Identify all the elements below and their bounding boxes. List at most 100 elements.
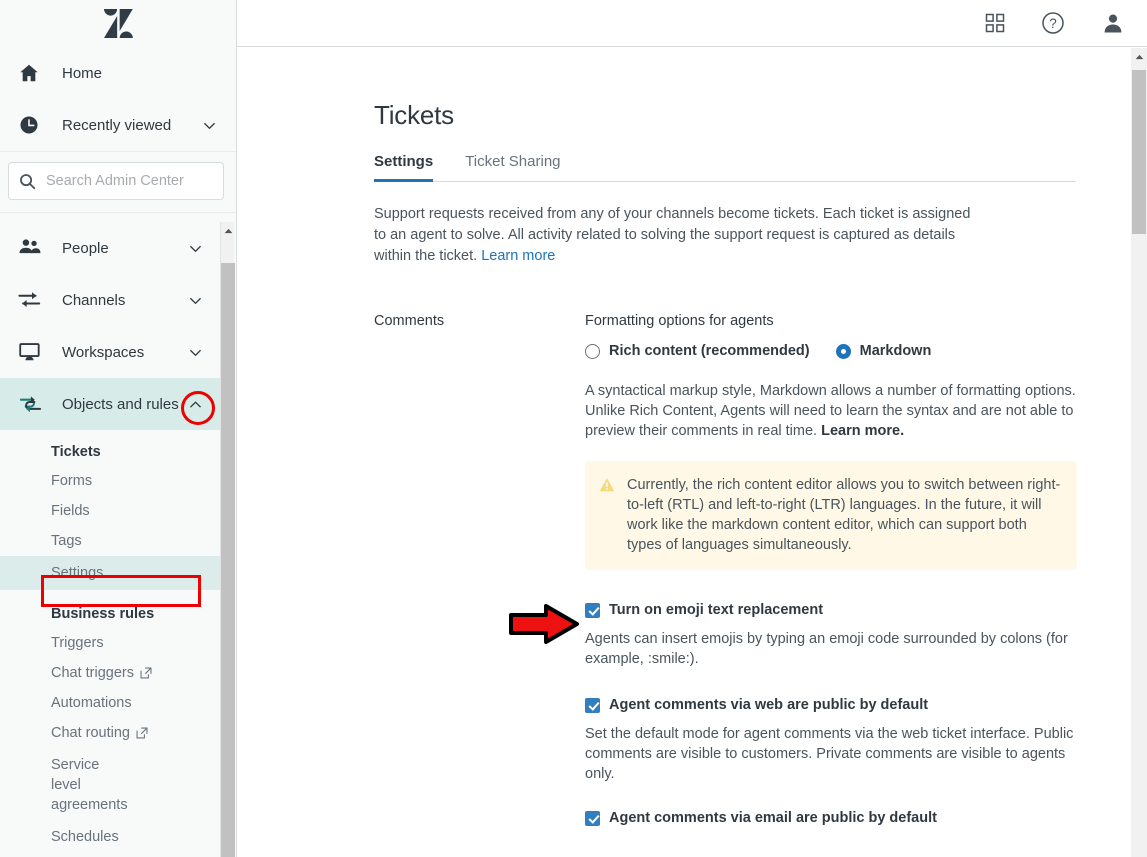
email-public-checkbox-indicator[interactable]	[585, 810, 600, 826]
sidebar-item-forms-label: Forms	[51, 473, 93, 489]
web-public-checkbox-description: Set the default mode for agent comments …	[585, 726, 1074, 782]
main-scrollbar[interactable]	[1131, 48, 1147, 857]
sidebar-item-triggers-label: Triggers	[51, 635, 104, 651]
clock-icon	[18, 114, 46, 136]
sidebar-item-home[interactable]: Home	[0, 47, 236, 99]
sidebar-item-workspaces-label: Workspaces	[62, 343, 145, 361]
products-grid-icon[interactable]	[985, 13, 1005, 33]
sidebar-item-service-level-agreements-label: Service level agreements	[51, 757, 128, 813]
sidebar-top-nav: Home Recently viewed	[0, 47, 236, 151]
people-icon	[18, 236, 46, 260]
intro-text: Support requests received from any of yo…	[374, 206, 971, 264]
sidebar-item-schedules-label: Schedules	[51, 829, 119, 845]
radio-rich-content-label: Rich content (recommended)	[609, 343, 810, 359]
web-public-checkbox[interactable]: Agent comments via web are public by def…	[585, 697, 1097, 713]
main-area: ? Tickets Settings Ticket Sharing Suppor…	[237, 0, 1147, 857]
sidebar-item-service-level-agreements[interactable]: Service level agreements	[0, 748, 128, 822]
logo-area[interactable]	[0, 0, 236, 47]
sidebar-divider-2	[0, 212, 236, 213]
emoji-checkbox-block: Turn on emoji text replacement Agents ca…	[585, 602, 1097, 669]
emoji-checkbox[interactable]: Turn on emoji text replacement	[585, 602, 1097, 618]
chevron-down-icon[interactable]	[182, 293, 208, 308]
formatting-radio-group: Rich content (recommended) Markdown	[585, 343, 1097, 359]
user-avatar-icon[interactable]	[1101, 11, 1125, 35]
intro-paragraph: Support requests received from any of yo…	[374, 204, 984, 267]
content-scroll-area: Tickets Settings Ticket Sharing Support …	[237, 48, 1147, 857]
radio-markdown-label: Markdown	[859, 343, 932, 359]
sidebar-item-channels[interactable]: Channels	[0, 274, 222, 326]
home-icon	[18, 62, 46, 84]
email-public-checkbox-block: Agent comments via email are public by d…	[585, 810, 1097, 826]
web-public-checkbox-label: Agent comments via web are public by def…	[609, 697, 929, 713]
sidebar-item-settings-label: Settings	[51, 565, 104, 581]
sidebar-item-objects-and-rules-label: Objects and rules	[62, 395, 179, 413]
sidebar-item-triggers[interactable]: Triggers	[0, 628, 222, 658]
web-public-checkbox-block: Agent comments via web are public by def…	[585, 697, 1097, 784]
sidebar-scroll-region: People Channels Workspaces Objects and r…	[0, 222, 236, 857]
chevron-up-icon[interactable]	[182, 397, 208, 412]
comments-section: Comments Formatting options for agents R…	[374, 313, 1097, 826]
sidebar-item-automations-label: Automations	[51, 695, 132, 711]
tab-settings[interactable]: Settings	[374, 153, 434, 182]
sidebar-item-objects-and-rules[interactable]: Objects and rules	[0, 378, 222, 430]
radio-rich-content[interactable]: Rich content (recommended)	[585, 343, 810, 359]
warning-triangle-icon	[599, 475, 615, 555]
help-icon[interactable]: ?	[1041, 11, 1065, 35]
web-public-checkbox-indicator[interactable]	[585, 697, 600, 713]
external-link-icon	[140, 667, 152, 679]
intro-learn-more-link[interactable]: Learn more	[481, 248, 555, 264]
sidebar-item-channels-label: Channels	[62, 291, 126, 309]
sidebar-item-automations[interactable]: Automations	[0, 688, 222, 718]
sidebar-item-tags[interactable]: Tags	[0, 526, 222, 556]
zendesk-logo	[103, 8, 133, 38]
sidebar-scrollbar[interactable]	[220, 222, 235, 857]
emoji-checkbox-description: Agents can insert emojis by typing an em…	[585, 631, 1068, 667]
search-input[interactable]	[36, 173, 233, 189]
email-public-checkbox-label: Agent comments via email are public by d…	[609, 810, 937, 826]
radio-markdown[interactable]: Markdown	[835, 343, 932, 359]
sidebar-item-workspaces[interactable]: Workspaces	[0, 326, 222, 378]
email-public-checkbox[interactable]: Agent comments via email are public by d…	[585, 810, 1097, 826]
subnav-heading-business-rules: Business rules	[51, 606, 155, 622]
sidebar-item-tags-label: Tags	[51, 533, 82, 549]
sidebar-item-settings[interactable]: Settings	[0, 556, 222, 590]
search-box[interactable]	[8, 162, 233, 200]
tab-bar: Settings Ticket Sharing	[374, 153, 1076, 182]
scroll-up-arrow-icon[interactable]	[1131, 48, 1147, 65]
svg-text:?: ?	[1049, 16, 1057, 31]
comments-section-body: Formatting options for agents Rich conte…	[585, 313, 1097, 826]
sidebar-item-chat-triggers-label: Chat triggers	[51, 665, 135, 681]
markdown-help-learn-more-link[interactable]: Learn more.	[821, 423, 904, 439]
tab-ticket-sharing-label: Ticket Sharing	[465, 153, 561, 170]
emoji-checkbox-indicator[interactable]	[585, 602, 600, 618]
sidebar-item-forms[interactable]: Forms	[0, 466, 222, 496]
external-link-icon	[136, 727, 148, 739]
markdown-help-text: A syntactical markup style, Markdown all…	[585, 381, 1097, 441]
sidebar-item-chat-routing[interactable]: Chat routing	[0, 718, 222, 748]
sidebar-item-fields[interactable]: Fields	[0, 496, 222, 526]
channels-icon	[18, 288, 46, 312]
radio-rich-content-indicator[interactable]	[585, 343, 600, 359]
sidebar-item-schedules[interactable]: Schedules	[0, 822, 222, 852]
page-title: Tickets	[374, 100, 454, 130]
main-scrollbar-thumb[interactable]	[1132, 70, 1146, 234]
chevron-down-icon[interactable]	[196, 118, 222, 133]
search-icon	[19, 173, 36, 190]
sidebar-item-people-label: People	[62, 239, 109, 257]
sidebar: Home Recently viewed Search Admin Center…	[0, 0, 237, 857]
sidebar-item-fields-label: Fields	[51, 503, 90, 519]
rtl-ltr-alert-text: Currently, the rich content editor allow…	[627, 477, 1061, 553]
rtl-ltr-alert: Currently, the rich content editor allow…	[585, 461, 1077, 570]
chevron-down-icon[interactable]	[182, 345, 208, 360]
scroll-up-arrow-icon[interactable]	[221, 222, 235, 239]
tab-ticket-sharing[interactable]: Ticket Sharing	[465, 153, 560, 181]
chevron-down-icon[interactable]	[182, 241, 208, 256]
sidebar-item-recently-viewed[interactable]: Recently viewed	[0, 99, 236, 151]
sidebar-item-people[interactable]: People	[0, 222, 222, 274]
search-area	[0, 152, 236, 212]
sidebar-item-chat-triggers[interactable]: Chat triggers	[0, 658, 222, 688]
sidebar-item-chat-routing-label: Chat routing	[51, 725, 130, 741]
sidebar-scrollbar-thumb[interactable]	[221, 263, 235, 857]
radio-markdown-indicator[interactable]	[835, 343, 851, 359]
sidebar-item-home-label: Home	[62, 64, 103, 82]
